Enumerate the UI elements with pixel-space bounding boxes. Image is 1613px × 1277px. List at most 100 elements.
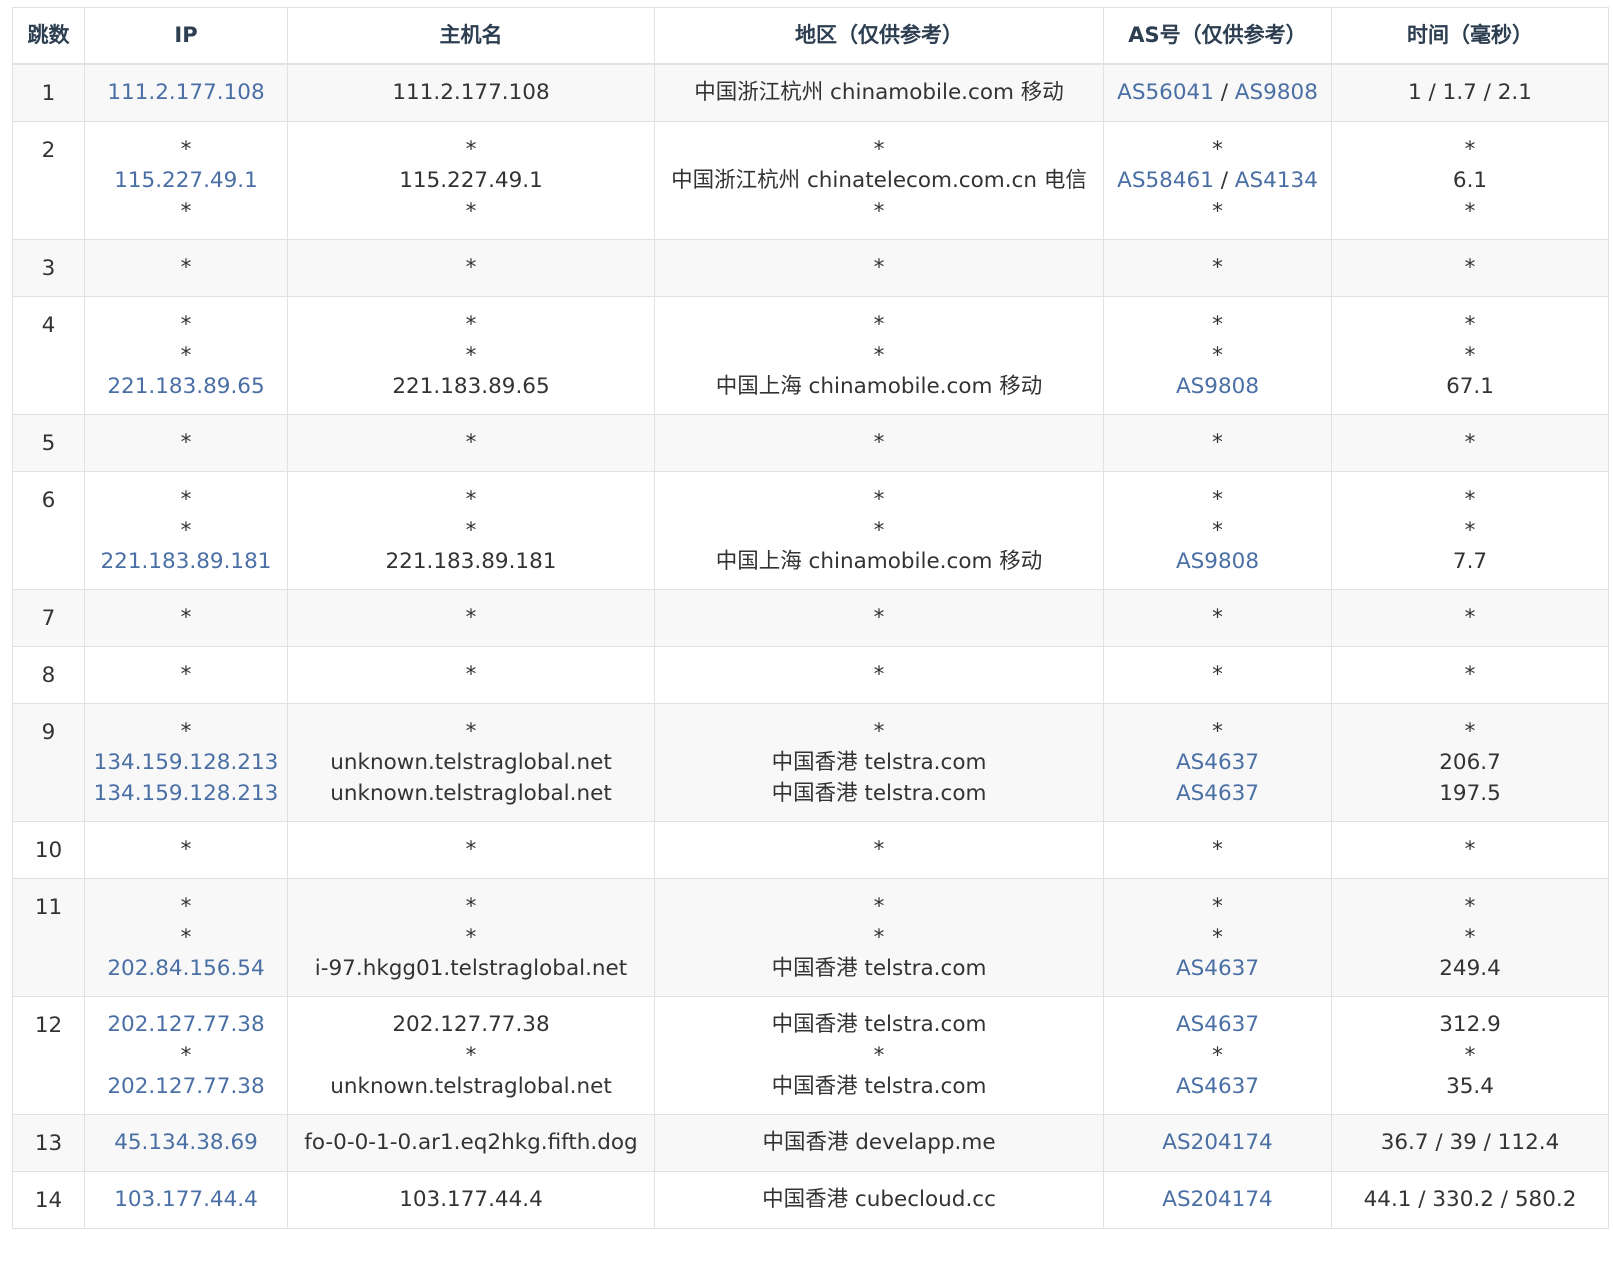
header-asn: AS号（仅供参考） <box>1103 7 1332 65</box>
empty-marker: * <box>1464 136 1476 162</box>
ip-cell: * <box>84 238 288 297</box>
asn-cell: AS204174 <box>1103 1170 1332 1229</box>
asn-line: AS9808 <box>1110 546 1325 577</box>
time-cell: * <box>1331 413 1609 472</box>
time-cell: * <box>1331 645 1609 704</box>
asn-line: * <box>1110 196 1325 227</box>
ip-value[interactable]: 45.134.38.69 <box>91 1127 281 1158</box>
hostname-value: 115.227.49.1 <box>399 167 543 193</box>
asn-line: * <box>1110 427 1325 458</box>
region-value: 中国香港 telstra.com <box>771 749 987 775</box>
empty-marker: * <box>180 255 192 280</box>
ip-value[interactable]: 134.159.128.213 <box>91 747 281 778</box>
table-row: 4 * * 221.183.89.65 * * 221.183.89.65 * * 中国上海 ch… <box>12 295 1609 415</box>
asn-line: * <box>1110 834 1325 865</box>
ip-value[interactable]: 202.127.77.38 <box>91 1071 281 1102</box>
asn-link[interactable]: AS4637 <box>1176 750 1259 775</box>
hostname-value: 202.127.77.38 <box>392 1011 550 1037</box>
hop-cell: 11 <box>12 877 85 997</box>
asn-link[interactable]: AS4637 <box>1176 956 1259 981</box>
asn-link[interactable]: AS4637 <box>1176 1074 1259 1099</box>
asn-link[interactable]: AS9808 <box>1176 374 1259 399</box>
ip-value[interactable]: 221.183.89.181 <box>91 546 281 577</box>
region-cell: * * 中国香港 telstra.com <box>654 877 1104 997</box>
time-cell: 1 / 1.7 / 2.1 <box>1331 63 1609 122</box>
time-value: 197.5 <box>1439 780 1501 806</box>
ip-cell: * <box>84 645 288 704</box>
table-row: 10 * * * * * <box>12 820 1609 879</box>
empty-marker: * <box>1212 342 1223 368</box>
time-value: 6.1 <box>1452 167 1488 193</box>
hostname-cell: 111.2.177.108 <box>287 63 655 122</box>
empty-marker: * <box>180 486 192 512</box>
time-value: 249.4 <box>1439 955 1501 981</box>
time-value: 35.4 <box>1446 1073 1494 1099</box>
asn-link[interactable]: AS204174 <box>1162 1130 1272 1155</box>
asn-line: AS4637 <box>1110 747 1325 778</box>
empty-marker: * <box>873 718 885 744</box>
ip-value[interactable]: 103.177.44.4 <box>91 1184 281 1215</box>
hostname-value: i-97.hkgg01.telstraglobal.net <box>314 955 628 981</box>
asn-link[interactable]: AS9808 <box>1176 549 1259 574</box>
time-value: 1 / 1.7 / 2.1 <box>1408 80 1532 106</box>
asn-cell: * <box>1103 238 1332 297</box>
header-time: 时间（毫秒） <box>1331 7 1609 65</box>
table-row: 13 45.134.38.69 fo-0-0-1-0.ar1.eq2hkg.fift… <box>12 1113 1609 1172</box>
asn-link[interactable]: AS56041 <box>1117 80 1214 105</box>
empty-marker: * <box>1212 1042 1223 1068</box>
asn-line: AS204174 <box>1110 1184 1325 1215</box>
ip-cell: * <box>84 413 288 472</box>
region-cell: * <box>654 820 1104 879</box>
hostname-cell: * * 221.183.89.181 <box>287 470 655 590</box>
empty-marker: * <box>1464 430 1476 455</box>
region-value: 中国香港 telstra.com <box>771 780 987 806</box>
ip-value[interactable]: 221.183.89.65 <box>91 371 281 402</box>
hostname-cell: * <box>287 645 655 704</box>
ip-cell: 111.2.177.108 <box>84 63 288 122</box>
ip-value[interactable]: 202.84.156.54 <box>91 953 281 984</box>
ip-cell: 202.127.77.38 * 202.127.77.38 <box>84 995 288 1115</box>
asn-link[interactable]: AS9808 <box>1235 80 1318 105</box>
empty-marker: * <box>873 198 885 224</box>
table-row: 9 * 134.159.128.213 134.159.128.213 * unknown… <box>12 702 1609 822</box>
empty-marker: * <box>1464 342 1476 368</box>
hostname-value: unknown.telstraglobal.net <box>330 749 612 775</box>
asn-line: * <box>1110 252 1325 283</box>
asn-link[interactable]: AS4637 <box>1176 1012 1259 1037</box>
ip-value[interactable]: 115.227.49.1 <box>91 165 281 196</box>
empty-marker: * <box>465 311 477 337</box>
table-row: 1 111.2.177.108 111.2.177.108 中国浙江杭州 chinam… <box>12 63 1609 122</box>
empty-marker: * <box>1212 311 1223 337</box>
table-row: 11 * * 202.84.156.54 * * i-97.hkgg01.telstragl… <box>12 877 1609 997</box>
asn-link[interactable]: AS4637 <box>1176 781 1259 806</box>
table-row: 6 * * 221.183.89.181 * * 221.183.89.181 * * 中国上海 … <box>12 470 1609 590</box>
empty-marker: * <box>1212 605 1223 630</box>
empty-marker: * <box>873 342 885 368</box>
empty-marker: * <box>1464 718 1476 744</box>
hostname-value: 111.2.177.108 <box>392 80 550 106</box>
hop-cell: 8 <box>12 645 85 704</box>
header-ip: IP <box>84 7 288 65</box>
asn-link[interactable]: AS58461 <box>1117 168 1214 193</box>
empty-marker: * <box>465 718 477 744</box>
empty-marker: * <box>873 837 885 862</box>
time-cell: 312.9 * 35.4 <box>1331 995 1609 1115</box>
empty-marker: * <box>180 605 192 630</box>
asn-cell: AS56041 / AS9808 <box>1103 63 1332 122</box>
ip-value[interactable]: 134.159.128.213 <box>91 778 281 809</box>
asn-link[interactable]: AS204174 <box>1162 1187 1272 1212</box>
table-row: 14 103.177.44.4 103.177.44.4 中国香港 cubecloud… <box>12 1170 1609 1229</box>
asn-cell: * <box>1103 588 1332 647</box>
empty-marker: * <box>1464 837 1476 862</box>
asn-link[interactable]: AS4134 <box>1235 168 1318 193</box>
ip-value[interactable]: 202.127.77.38 <box>91 1009 281 1040</box>
hop-cell: 7 <box>12 588 85 647</box>
ip-value[interactable]: 111.2.177.108 <box>91 77 281 108</box>
time-value: 67.1 <box>1446 373 1494 399</box>
region-value: 中国香港 cubecloud.cc <box>762 1187 996 1212</box>
empty-marker: * <box>1212 924 1223 950</box>
hostname-cell: * * 221.183.89.65 <box>287 295 655 415</box>
asn-separator: / <box>1213 167 1235 193</box>
asn-line: * <box>1110 716 1325 747</box>
asn-line: * <box>1110 515 1325 546</box>
